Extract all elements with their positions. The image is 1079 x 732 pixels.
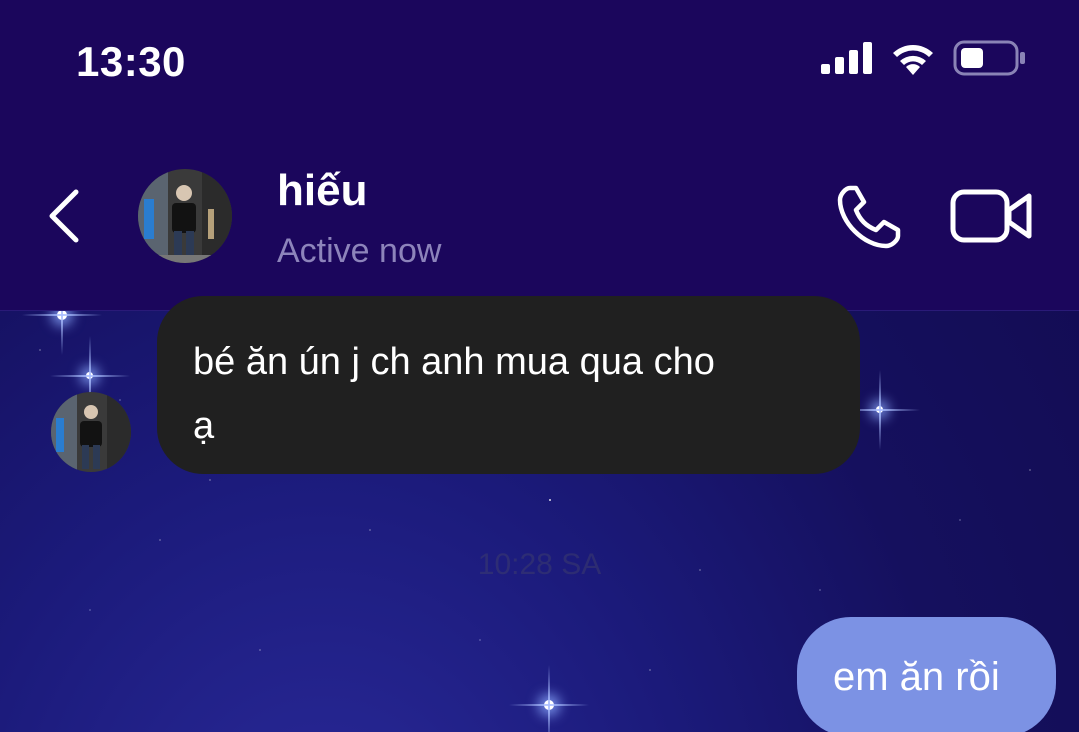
status-icons: [821, 40, 1027, 76]
contact-avatar[interactable]: [138, 169, 232, 263]
message-text: bé ăn ún j ch anh mua qua cho: [193, 341, 715, 383]
wifi-icon: [893, 45, 933, 75]
back-chevron-icon: [49, 189, 79, 243]
message-timestamp: 10:28 SA: [477, 548, 602, 581]
star-flare: [876, 406, 883, 413]
voice-call-button[interactable]: [836, 184, 904, 250]
video-camera-icon: [950, 189, 1032, 243]
message-text: em ăn rồi: [833, 655, 1000, 699]
status-time: 13:30: [76, 38, 186, 85]
message-text: ạ: [193, 405, 215, 447]
battery-icon: [953, 40, 1025, 76]
star-flare: [86, 372, 93, 379]
incoming-message-bubble[interactable]: bé ăn ún j ch anh mua qua cho ạ: [157, 296, 860, 474]
chat-header: 13:30 hiếu Active now: [0, 0, 1079, 311]
outgoing-message-bubble[interactable]: em ăn rồi: [797, 617, 1056, 732]
star-flare: [544, 700, 554, 710]
sender-avatar[interactable]: [51, 392, 131, 472]
phone-icon: [837, 185, 901, 249]
signal-icon: [821, 42, 872, 74]
contact-status: Active now: [277, 232, 442, 270]
star-flare: [57, 310, 67, 320]
back-button[interactable]: [40, 186, 88, 246]
contact-name[interactable]: hiếu: [277, 166, 367, 216]
video-call-button[interactable]: [950, 188, 1034, 244]
